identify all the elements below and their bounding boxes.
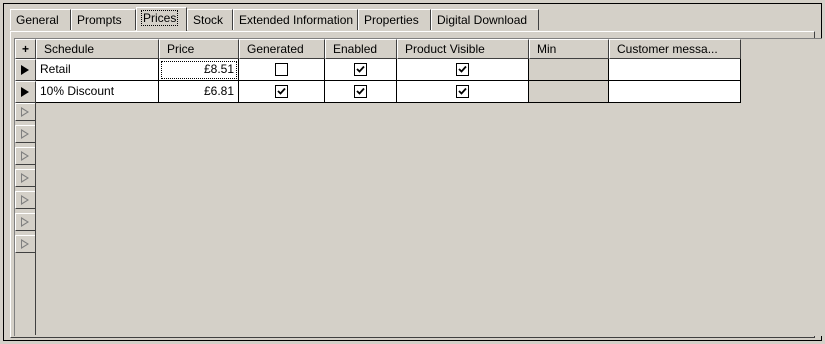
cell-enabled[interactable]: [325, 59, 397, 81]
tab-digital-download[interactable]: Digital Download: [431, 9, 539, 30]
tab-general[interactable]: General: [10, 9, 71, 30]
tab-prices[interactable]: Prices: [136, 7, 187, 31]
row-indicator[interactable]: [15, 81, 36, 103]
column-header-schedule[interactable]: Schedule: [36, 39, 159, 59]
cell-price[interactable]: £8.51: [159, 59, 239, 81]
tab-extended-information[interactable]: Extended Information: [233, 9, 358, 30]
enabled-checkbox[interactable]: [353, 85, 367, 98]
column-header-generated[interactable]: Generated: [239, 39, 325, 59]
cell-generated[interactable]: [239, 81, 325, 103]
cell-enabled[interactable]: [325, 81, 397, 103]
cell-customer-message[interactable]: [609, 59, 741, 81]
tab-strip: General Prompts Prices Stock Extended In…: [10, 7, 539, 31]
cell-schedule[interactable]: 10% Discount: [36, 81, 159, 103]
checkmark-icon: [457, 87, 467, 95]
checkmark-icon: [355, 87, 365, 95]
column-header-customer-message[interactable]: Customer messa...: [609, 39, 741, 59]
cell-product-visible[interactable]: [397, 59, 529, 81]
column-header-price[interactable]: Price: [159, 39, 239, 59]
cell-schedule[interactable]: Retail: [36, 59, 159, 81]
column-header-min[interactable]: Min: [529, 39, 609, 59]
checkmark-icon: [457, 65, 467, 73]
product-visible-checkbox[interactable]: [455, 63, 469, 76]
column-header-product-visible[interactable]: Product Visible: [397, 39, 529, 59]
generated-checkbox[interactable]: [274, 85, 288, 98]
cell-price[interactable]: £6.81: [159, 81, 239, 103]
prices-grid[interactable]: + Schedule Price Generated Enabled Produ…: [14, 38, 822, 336]
row-indicator-current[interactable]: [15, 59, 36, 81]
add-row-button[interactable]: +: [15, 39, 36, 59]
row-pointer-icon: [21, 65, 29, 75]
row-pointer-icon: [21, 87, 29, 97]
tab-prompts[interactable]: Prompts: [71, 9, 136, 30]
enabled-checkbox[interactable]: [353, 63, 367, 76]
checkmark-icon: [276, 87, 286, 95]
cell-generated[interactable]: [239, 59, 325, 81]
generated-checkbox[interactable]: [274, 63, 288, 76]
tab-properties[interactable]: Properties: [358, 9, 431, 30]
cell-product-visible[interactable]: [397, 81, 529, 103]
column-header-enabled[interactable]: Enabled: [325, 39, 397, 59]
cell-min[interactable]: [529, 81, 609, 103]
product-visible-checkbox[interactable]: [455, 85, 469, 98]
cell-customer-message[interactable]: [609, 81, 741, 103]
tab-stock[interactable]: Stock: [187, 9, 233, 30]
row-indicator-column: [15, 103, 36, 335]
cell-min[interactable]: [529, 59, 609, 81]
checkmark-icon: [355, 65, 365, 73]
